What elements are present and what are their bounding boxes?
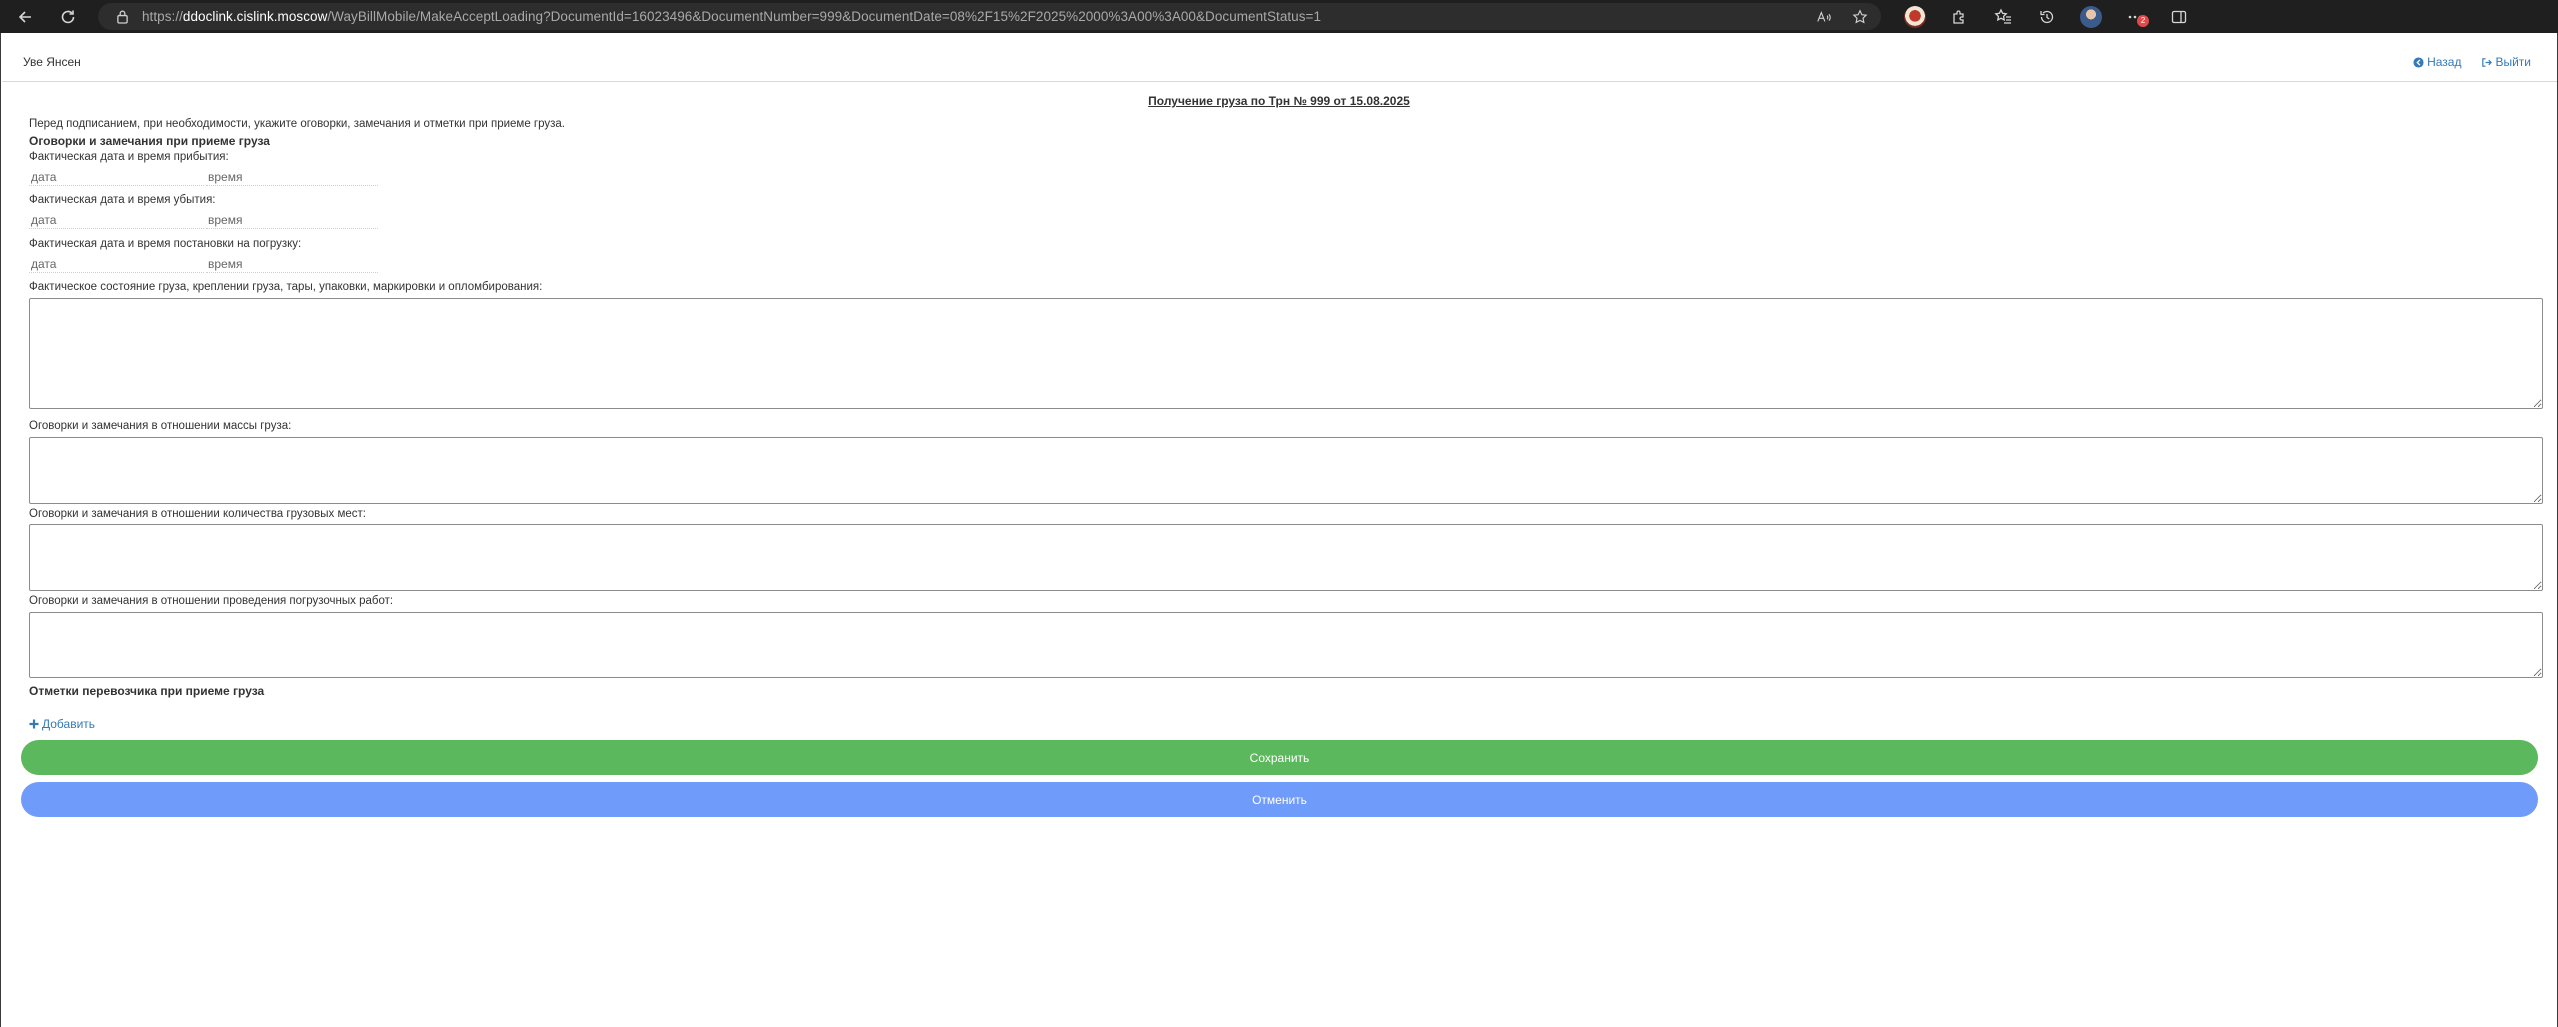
section-carrier-heading: Отметки перевозчика при приеме груза	[29, 684, 265, 698]
url-scheme: https://	[142, 9, 183, 24]
lock-icon	[116, 9, 130, 25]
notification-badge: 2	[2137, 15, 2149, 27]
arrival-time-input[interactable]	[206, 168, 378, 186]
departure-date-input[interactable]	[29, 211, 204, 229]
quantity-label: Оговорки и замечания в отношении количес…	[29, 508, 366, 520]
add-mark-label: Добавить	[42, 717, 96, 731]
page-header: Уве Янсен Назад Выйти	[2, 33, 2557, 82]
more-menu-icon[interactable]: 2	[2113, 0, 2157, 33]
loading-works-label: Оговорки и замечания в отношении проведе…	[29, 595, 394, 607]
loading-date-input[interactable]	[29, 255, 204, 273]
address-bar[interactable]: https://ddoclink.cislink.moscow/WayBillM…	[98, 3, 1881, 30]
favorite-star-icon[interactable]	[1851, 8, 1869, 26]
save-button[interactable]: Сохранить	[21, 740, 2538, 775]
add-mark-link[interactable]: Добавить	[29, 717, 95, 731]
user-avatar[interactable]	[2069, 0, 2113, 33]
back-link-label: Назад	[2427, 55, 2462, 69]
cargo-state-label: Фактическое состояние груза, креплении г…	[29, 281, 543, 293]
read-aloud-icon[interactable]	[1815, 8, 1833, 26]
sidebar-toggle-icon[interactable]	[2157, 0, 2201, 33]
loading-start-label: Фактическая дата и время постановки на п…	[29, 238, 302, 250]
departure-time-input[interactable]	[206, 211, 378, 229]
section-remarks-heading: Оговорки и замечания при приеме груза	[29, 134, 270, 148]
logout-link-label: Выйти	[2495, 55, 2531, 69]
history-icon[interactable]	[2025, 0, 2069, 33]
plus-icon	[29, 719, 39, 729]
quantity-textarea[interactable]	[29, 524, 2543, 591]
document-title: Получение груза по Трн № 999 от 15.08.20…	[1148, 94, 1410, 108]
favorites-icon[interactable]	[1981, 0, 2025, 33]
loading-time-input[interactable]	[206, 255, 378, 273]
loading-works-textarea[interactable]	[29, 612, 2543, 678]
logout-link[interactable]: Выйти	[2481, 55, 2531, 69]
arrival-date-input[interactable]	[29, 168, 204, 186]
refresh-icon[interactable]	[48, 0, 88, 33]
page: Уве Янсен Назад Выйти Получение груза по…	[0, 33, 2558, 1027]
back-link[interactable]: Назад	[2413, 55, 2461, 69]
arrival-label: Фактическая дата и время прибытия:	[29, 151, 229, 163]
arrow-circle-left-icon	[2413, 56, 2424, 68]
extensions-puzzle-icon[interactable]	[1937, 0, 1981, 33]
extension-profile-icon[interactable]	[1893, 0, 1937, 33]
browser-toolbar: https://ddoclink.cislink.moscow/WayBillM…	[0, 0, 2558, 33]
mass-label: Оговорки и замечания в отношении массы г…	[29, 420, 292, 432]
cancel-button[interactable]: Отменить	[21, 782, 2538, 817]
url-host: ddoclink.cislink.moscow	[182, 9, 328, 24]
back-arrow-icon[interactable]	[5, 0, 45, 33]
cargo-state-textarea[interactable]	[29, 298, 2543, 409]
sign-out-icon	[2482, 57, 2493, 67]
url-path: /WayBillMobile/MakeAcceptLoading?Documen…	[327, 9, 1322, 24]
departure-label: Фактическая дата и время убытия:	[29, 194, 216, 206]
user-name: Уве Янсен	[23, 55, 81, 69]
intro-text: Перед подписанием, при необходимости, ук…	[29, 118, 565, 130]
url-text: https://ddoclink.cislink.moscow/WayBillM…	[142, 9, 1321, 24]
mass-textarea[interactable]	[29, 437, 2543, 504]
